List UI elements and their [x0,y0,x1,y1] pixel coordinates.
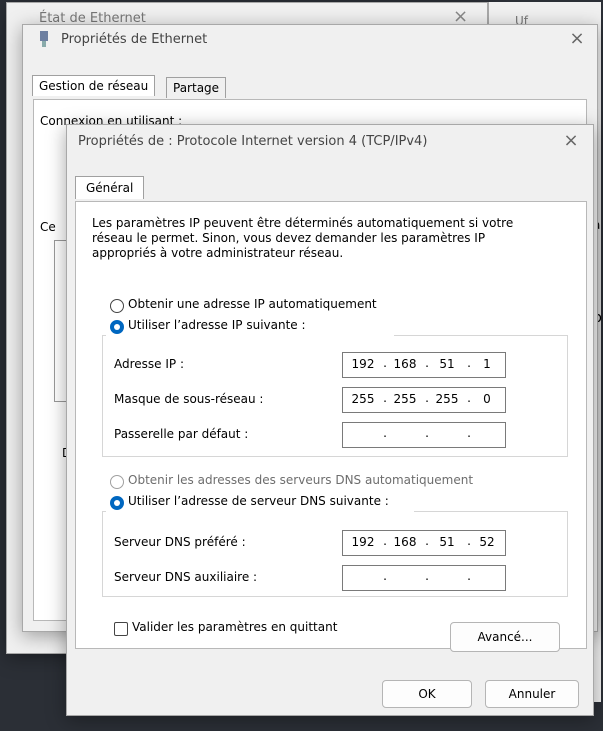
dialog-title: Propriétés de : Protocole Internet versi… [78,134,428,149]
dot: . [383,356,387,370]
subnet-field[interactable]: 255. 255. 255. 0 [342,387,506,413]
cancel-button[interactable]: Annuler [485,680,579,708]
tab-sharing[interactable]: Partage [166,77,227,98]
close-icon[interactable]: × [561,131,581,151]
dns-manual-option: Utiliser l’adresse de serveur DNS suivan… [106,494,414,512]
ip-manual-label: Utiliser l’adresse IP suivante : [128,318,306,332]
gateway-field[interactable]: . . . [342,422,506,448]
dns-manual-label: Utiliser l’adresse de serveur DNS suivan… [128,494,389,508]
general-panel: Les paramètres IP peuvent être déterminé… [75,201,587,652]
tab-network[interactable]: Gestion de réseau [32,75,156,96]
octet: 51 [439,357,455,371]
dot: . [425,356,429,370]
dns-auto-radio[interactable] [110,475,124,489]
dot: . [467,569,471,583]
ip-manual-radio[interactable] [110,320,124,334]
dot: . [383,391,387,405]
octet: 255 [435,392,459,406]
dns-preferred-label: Serveur DNS préféré : [114,535,246,549]
components-label: Ce [40,220,56,234]
subnet-label: Masque de sous-réseau : [114,392,264,406]
octet: 0 [483,392,491,406]
octet: 168 [393,535,417,549]
dot: . [383,534,387,548]
ip-address-label: Adresse IP : [114,357,185,371]
octet: 1 [483,357,491,371]
octet: 52 [479,535,495,549]
advanced-button[interactable]: Avancé... [450,622,560,652]
octet: 192 [351,535,375,549]
dns-alternate-label: Serveur DNS auxiliaire : [114,570,258,584]
ip-manual-option: Utiliser l’adresse IP suivante : [106,318,394,336]
description-text: Les paramètres IP peuvent être déterminé… [92,216,514,260]
octet: 168 [393,357,417,371]
ip-auto-radio[interactable] [110,299,124,313]
octet: 255 [351,392,375,406]
ipv4-properties-dialog: Propriétés de : Protocole Internet versi… [66,124,594,716]
validate-label: Valider les paramètres en quittant [132,620,338,634]
dot: . [425,569,429,583]
network-adapter-icon [40,31,48,47]
dot: . [467,356,471,370]
close-icon[interactable]: × [567,29,587,49]
dot: . [467,534,471,548]
dns-manual-radio[interactable] [110,496,124,510]
tab-general[interactable]: Général [75,176,145,199]
octet: 255 [393,392,417,406]
dot: . [467,426,471,440]
dot: . [383,569,387,583]
octet: 192 [351,357,375,371]
window-title: Propriétés de Ethernet [61,32,208,47]
dns-auto-label: Obtenir les adresses des serveurs DNS au… [128,473,474,487]
dot: . [425,426,429,440]
ok-button[interactable]: OK [382,680,472,708]
dns-preferred-field[interactable]: 192. 168. 51. 52 [342,530,506,556]
dot: . [425,391,429,405]
octet: 51 [439,535,455,549]
dns-alternate-field[interactable]: . . . [342,565,506,591]
ip-address-field[interactable]: 192. 168. 51. 1 [342,352,506,378]
validate-checkbox[interactable] [114,622,128,636]
dot: . [467,391,471,405]
gateway-label: Passerelle par défaut : [114,427,249,441]
ip-auto-label: Obtenir une adresse IP automatiquement [128,297,377,311]
dot: . [425,534,429,548]
dot: . [383,426,387,440]
